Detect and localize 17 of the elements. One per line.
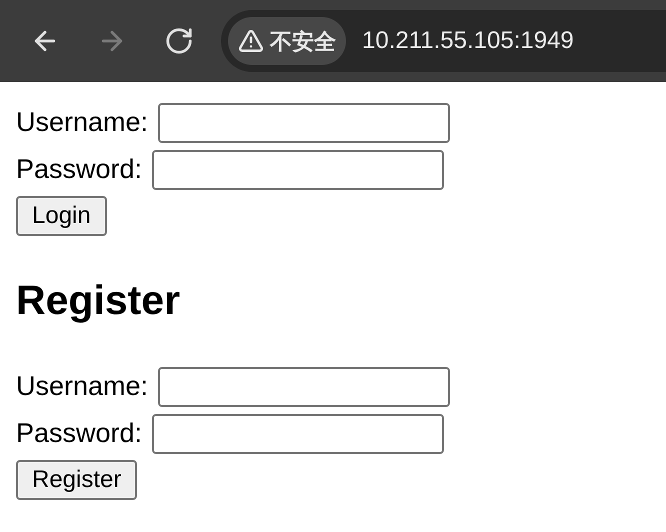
url-text: 10.211.55.105:1949 — [362, 26, 574, 56]
security-label: 不安全 — [270, 28, 336, 56]
submit-button[interactable]: Login — [16, 196, 107, 236]
reload-icon[interactable] — [164, 26, 194, 56]
field-label: Password: — [16, 153, 142, 186]
warning-icon — [238, 28, 264, 54]
field-label: Username: — [16, 106, 148, 140]
submit-button[interactable]: Register — [16, 460, 138, 500]
field-label: Username: — [16, 370, 148, 404]
address-bar[interactable]: 不安全 10.211.55.105:1949 — [221, 10, 666, 72]
register-heading: Register — [16, 280, 182, 321]
text-field[interactable] — [158, 102, 450, 142]
field-label: Password: — [16, 417, 142, 450]
text-field[interactable] — [152, 150, 444, 190]
security-chip[interactable]: 不安全 — [228, 17, 346, 65]
text-field[interactable] — [152, 414, 444, 454]
text-field[interactable] — [158, 366, 450, 406]
